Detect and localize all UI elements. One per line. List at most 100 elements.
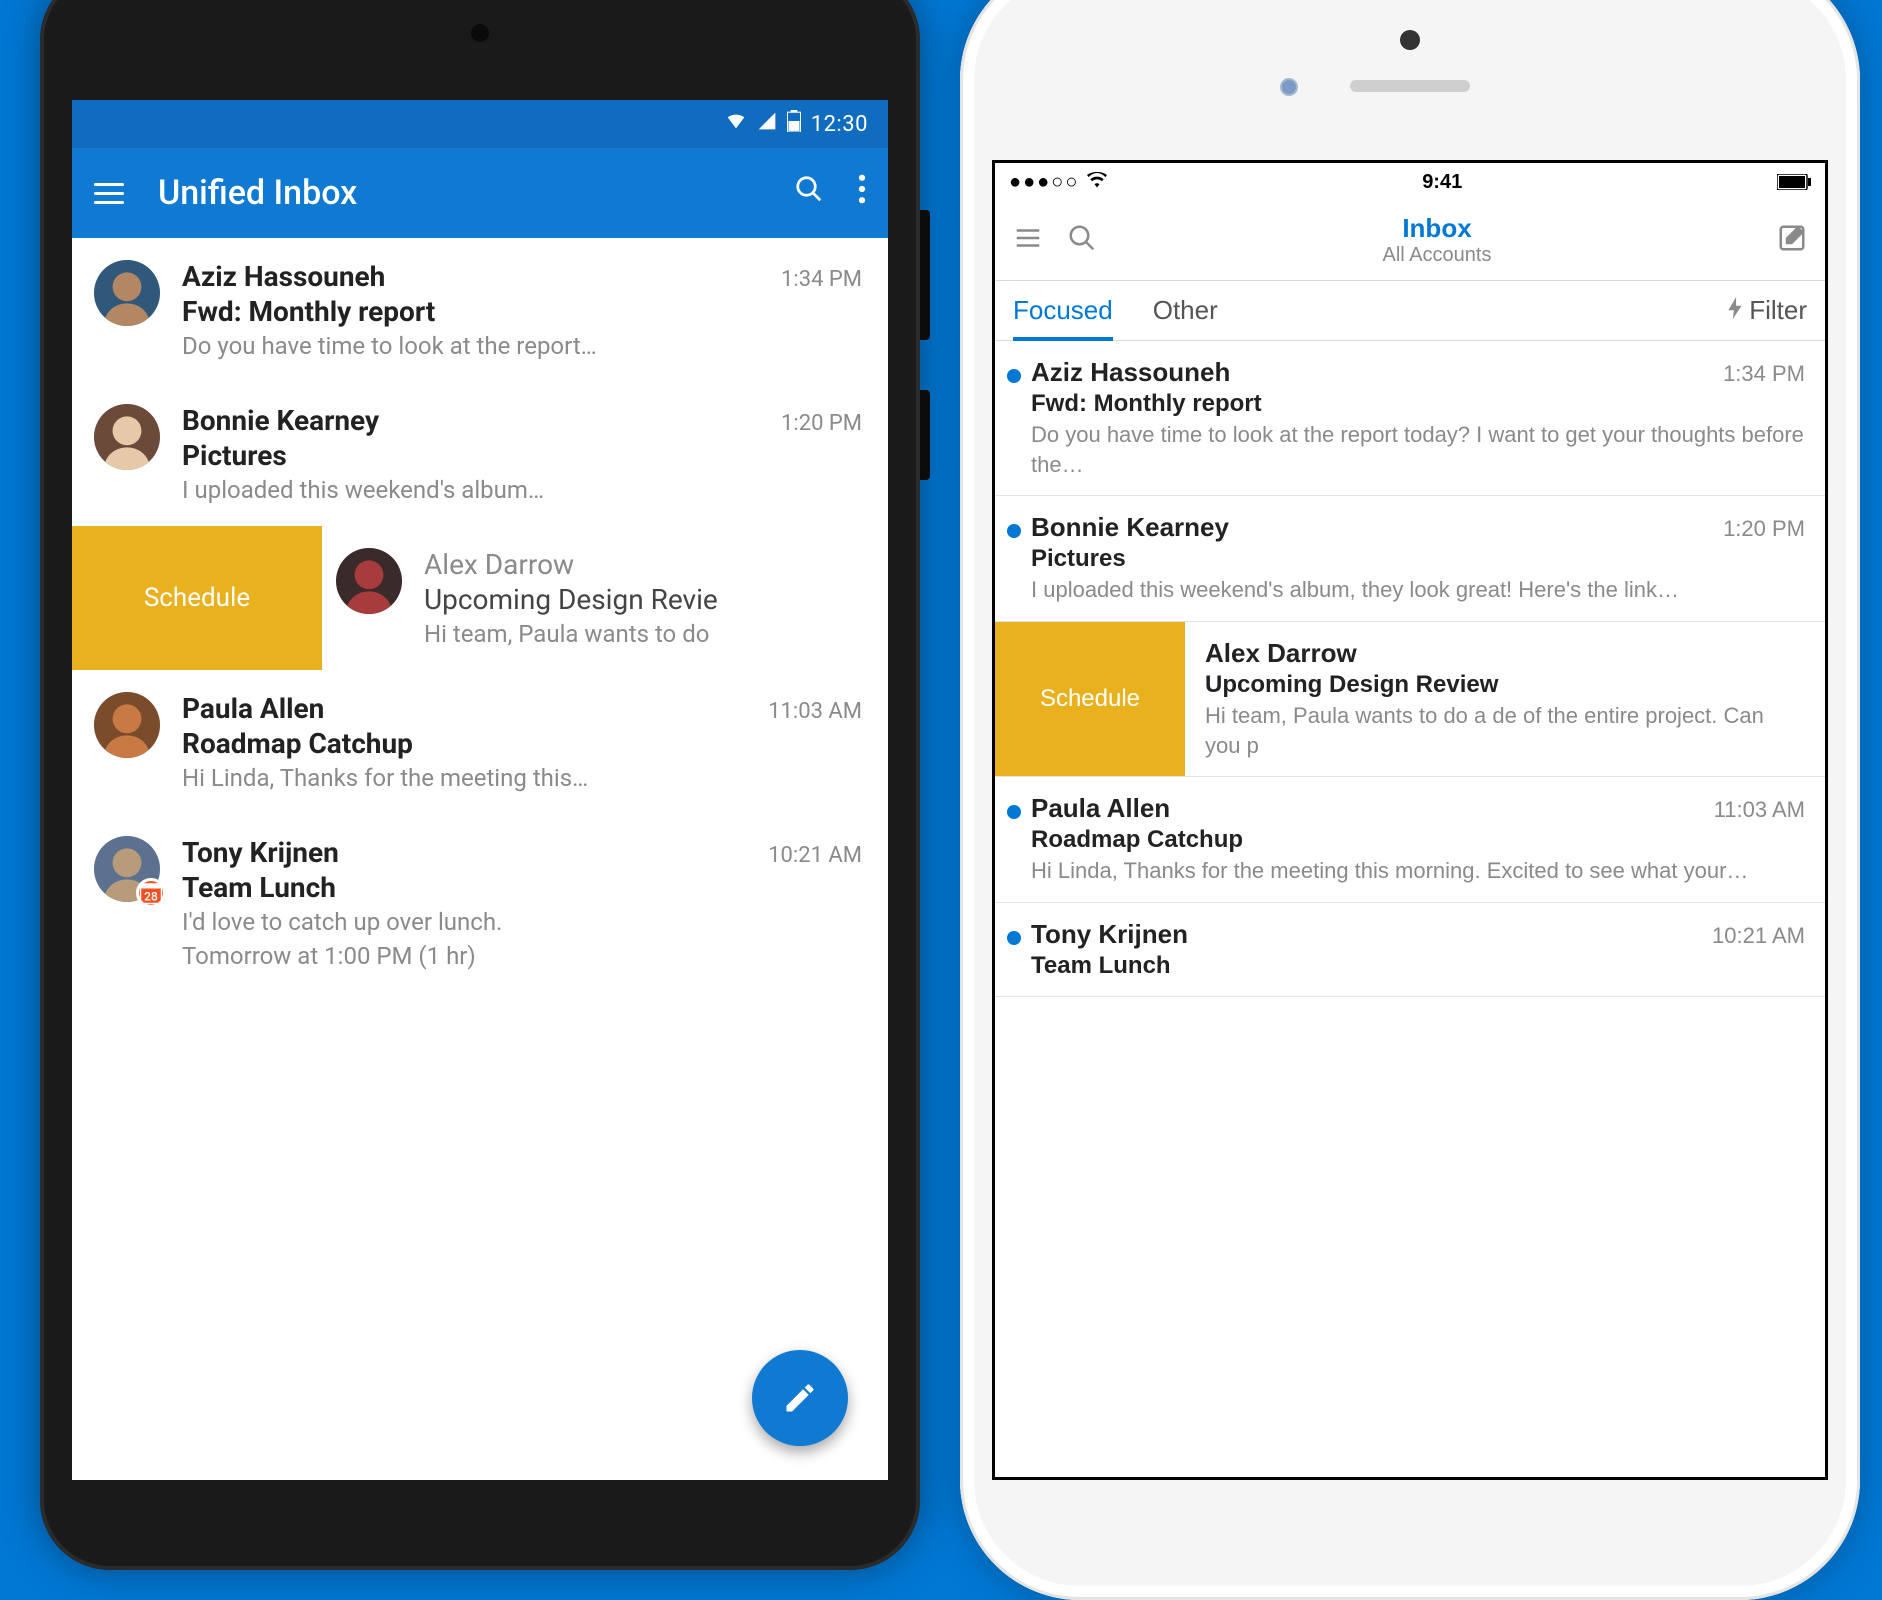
- avatar: 28: [94, 836, 160, 902]
- avatar: [94, 260, 160, 326]
- android-app-bar: Unified Inbox: [72, 148, 888, 238]
- cell-signal-icon: [757, 111, 777, 137]
- avatar: [336, 548, 402, 614]
- email-subject: Pictures: [182, 439, 862, 472]
- avatar: [94, 692, 160, 758]
- email-item[interactable]: Aziz Hassouneh 1:34 PM Fwd: Monthly repo…: [72, 238, 888, 382]
- email-item[interactable]: Aziz Hassouneh 1:34 PM Fwd: Monthly repo…: [995, 341, 1825, 496]
- email-sender: Alex Darrow: [1205, 638, 1357, 669]
- status-bar-clock: 9:41: [1107, 171, 1777, 194]
- search-icon[interactable]: [794, 174, 824, 212]
- ios-status-bar: ●●●○○ 9:41: [995, 163, 1825, 201]
- email-sender: Alex Darrow: [424, 548, 574, 581]
- email-preview: Do you have time to look at the report t…: [1031, 420, 1805, 479]
- email-subject: Fwd: Monthly report: [1031, 390, 1805, 418]
- email-meeting-meta: Tomorrow at 1:00 PM (1 hr): [182, 942, 862, 970]
- email-subject: Roadmap Catchup: [182, 727, 862, 760]
- email-preview: I uploaded this weekend's album…: [182, 476, 862, 504]
- tab-focused[interactable]: Focused: [1013, 281, 1113, 340]
- menu-icon[interactable]: [1013, 223, 1043, 258]
- swipe-action-schedule[interactable]: Schedule: [995, 622, 1185, 776]
- android-power-button: [920, 210, 930, 340]
- email-time: 10:21 AM: [768, 843, 862, 868]
- email-sender: Paula Allen: [1031, 793, 1170, 824]
- android-status-bar: 12:30: [72, 100, 888, 148]
- cell-signal-icon: ●●●○○: [1009, 171, 1079, 194]
- overflow-menu-icon[interactable]: [858, 174, 866, 212]
- email-time: 1:20 PM: [1723, 516, 1805, 542]
- wifi-icon: [1087, 171, 1107, 194]
- email-subject: Team Lunch: [1031, 952, 1805, 980]
- email-time: 10:21 AM: [1712, 923, 1805, 949]
- android-phone-frame: 12:30 Unified Inbox Aziz Hassouneh 1:34 …: [40, 0, 920, 1570]
- wifi-icon: [725, 110, 747, 138]
- ios-nav-bar: Inbox All Accounts: [995, 201, 1825, 281]
- nav-bar-title-group: Inbox All Accounts: [1121, 214, 1753, 267]
- email-item[interactable]: Paula Allen 11:03 AM Roadmap Catchup Hi …: [72, 670, 888, 814]
- email-item-swiped[interactable]: Schedule Alex Darrow Upcoming Design Rev…: [72, 526, 888, 670]
- email-item[interactable]: Bonnie Kearney 1:20 PM Pictures I upload…: [72, 382, 888, 526]
- email-preview: Do you have time to look at the report…: [182, 332, 862, 360]
- android-volume-button: [920, 390, 930, 480]
- unread-dot-icon: [1007, 805, 1021, 819]
- email-subject: Fwd: Monthly report: [182, 295, 862, 328]
- iphone-camera: [1400, 30, 1420, 50]
- email-subject: Team Lunch: [182, 871, 862, 904]
- email-preview: Hi Linda, Thanks for the meeting this…: [182, 764, 862, 792]
- compose-icon[interactable]: [1777, 223, 1807, 258]
- filter-button[interactable]: Filter: [1727, 281, 1807, 340]
- ios-tab-bar: Focused Other Filter: [995, 281, 1825, 341]
- android-email-list[interactable]: Aziz Hassouneh 1:34 PM Fwd: Monthly repo…: [72, 238, 888, 992]
- battery-icon: [787, 110, 801, 138]
- email-preview: I uploaded this weekend's album, they lo…: [1031, 575, 1805, 605]
- email-sender: Bonnie Kearney: [182, 404, 379, 437]
- email-subject: Roadmap Catchup: [1031, 826, 1805, 854]
- svg-text:28: 28: [144, 890, 158, 904]
- email-sender: Bonnie Kearney: [1031, 512, 1229, 543]
- email-item[interactable]: 28 Tony Krijnen 10:21 AM Team Lunch I'd …: [72, 814, 888, 992]
- app-bar-title: Unified Inbox: [158, 173, 760, 213]
- email-item[interactable]: Tony Krijnen 10:21 AM Team Lunch: [995, 903, 1825, 997]
- ios-screen: ●●●○○ 9:41 Inbox All Accounts: [992, 160, 1828, 1480]
- avatar: [94, 404, 160, 470]
- lightning-icon: [1727, 295, 1743, 326]
- tab-other[interactable]: Other: [1153, 281, 1218, 340]
- filter-label: Filter: [1749, 295, 1807, 326]
- ios-email-list[interactable]: Aziz Hassouneh 1:34 PM Fwd: Monthly repo…: [995, 341, 1825, 997]
- email-sender: Aziz Hassouneh: [1031, 357, 1230, 388]
- email-sender: Paula Allen: [182, 692, 324, 725]
- unread-dot-icon: [1007, 931, 1021, 945]
- email-time: 1:34 PM: [781, 267, 862, 292]
- email-item[interactable]: Paula Allen 11:03 AM Roadmap Catchup Hi …: [995, 777, 1825, 903]
- email-time: 1:20 PM: [781, 411, 862, 436]
- android-screen: 12:30 Unified Inbox Aziz Hassouneh 1:34 …: [72, 100, 888, 1480]
- search-icon[interactable]: [1067, 223, 1097, 258]
- nav-bar-title: Inbox: [1121, 214, 1753, 244]
- email-preview: I'd love to catch up over lunch.: [182, 908, 862, 936]
- email-sender: Aziz Hassouneh: [182, 260, 385, 293]
- unread-dot-icon: [1007, 369, 1021, 383]
- email-preview: Hi Linda, Thanks for the meeting this mo…: [1031, 856, 1805, 886]
- calendar-badge-icon: 28: [136, 878, 166, 908]
- email-subject: Pictures: [1031, 545, 1805, 573]
- iphone-frame: ●●●○○ 9:41 Inbox All Accounts: [960, 0, 1860, 1600]
- email-subject: Upcoming Design Review: [1205, 671, 1805, 699]
- iphone-speaker: [1350, 80, 1470, 92]
- battery-icon: [1777, 174, 1811, 190]
- email-subject: Upcoming Design Revie: [424, 583, 862, 616]
- email-preview: Hi team, Paula wants to do a de of the e…: [1205, 701, 1805, 760]
- email-sender: Tony Krijnen: [182, 836, 339, 869]
- iphone-sensor: [1280, 78, 1298, 96]
- status-bar-clock: 12:30: [811, 112, 868, 137]
- email-preview: Hi team, Paula wants to do: [424, 620, 862, 648]
- email-time: 11:03 AM: [1714, 797, 1805, 823]
- email-sender: Tony Krijnen: [1031, 919, 1188, 950]
- menu-icon[interactable]: [94, 177, 124, 210]
- unread-dot-icon: [1007, 524, 1021, 538]
- email-time: 11:03 AM: [768, 699, 862, 724]
- swipe-action-schedule[interactable]: Schedule: [72, 526, 322, 670]
- nav-bar-subtitle: All Accounts: [1121, 244, 1753, 267]
- email-item[interactable]: Bonnie Kearney 1:20 PM Pictures I upload…: [995, 496, 1825, 622]
- email-item-swiped[interactable]: Schedule Alex Darrow Upcoming Design Rev…: [995, 622, 1825, 777]
- email-time: 1:34 PM: [1723, 361, 1805, 387]
